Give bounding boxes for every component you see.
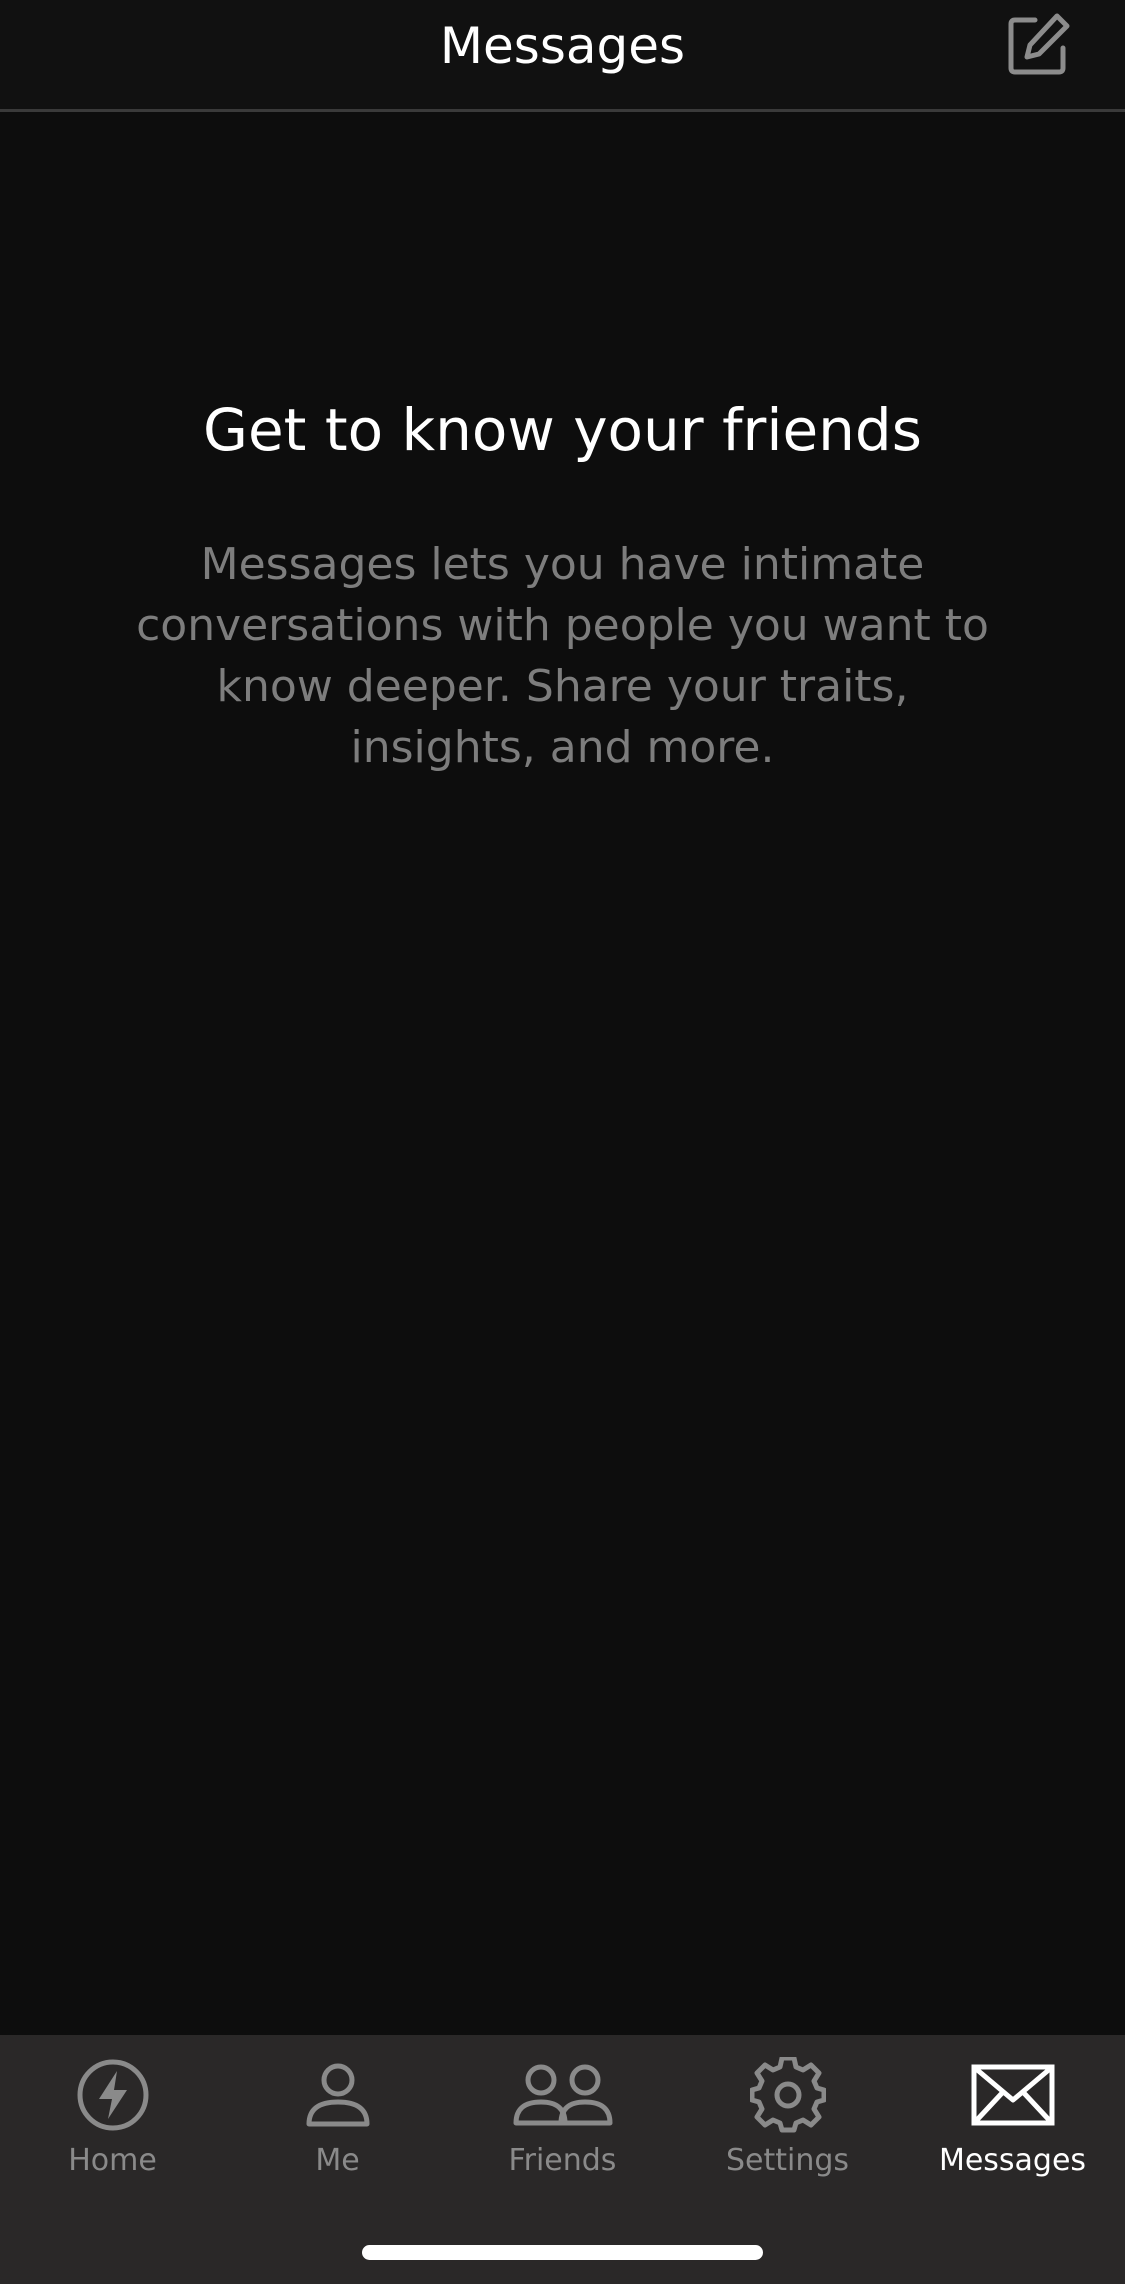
home-indicator [362, 2245, 763, 2260]
tab-home-label: Home [68, 2143, 157, 2178]
tab-me-label: Me [315, 2143, 360, 2178]
tab-friends[interactable]: Friends [450, 2035, 675, 2215]
tab-settings[interactable]: Settings [675, 2035, 900, 2215]
empty-state-description: Messages lets you have intimate conversa… [136, 539, 989, 773]
compose-icon [1005, 12, 1071, 82]
empty-state-title: Get to know your friends [203, 396, 922, 464]
person-icon [225, 2055, 450, 2135]
messages-screen: Messages Get to know your friends Messag… [0, 0, 1125, 2284]
gear-icon [675, 2055, 900, 2135]
tab-settings-label: Settings [725, 2143, 850, 2178]
lightning-icon [0, 2055, 225, 2135]
page-title: Messages [439, 17, 686, 75]
compose-button[interactable] [1003, 12, 1073, 82]
tab-messages[interactable]: Messages [900, 2035, 1125, 2215]
header-bar: Messages [0, 0, 1125, 112]
tab-friends-label: Friends [508, 2143, 617, 2178]
tab-bar: Home Me Friends Settings Messages [0, 2035, 1125, 2284]
people-icon [450, 2055, 675, 2135]
envelope-icon [900, 2055, 1125, 2135]
tab-messages-label: Messages [938, 2143, 1087, 2178]
tab-me[interactable]: Me [225, 2035, 450, 2215]
tab-home[interactable]: Home [0, 2035, 225, 2215]
